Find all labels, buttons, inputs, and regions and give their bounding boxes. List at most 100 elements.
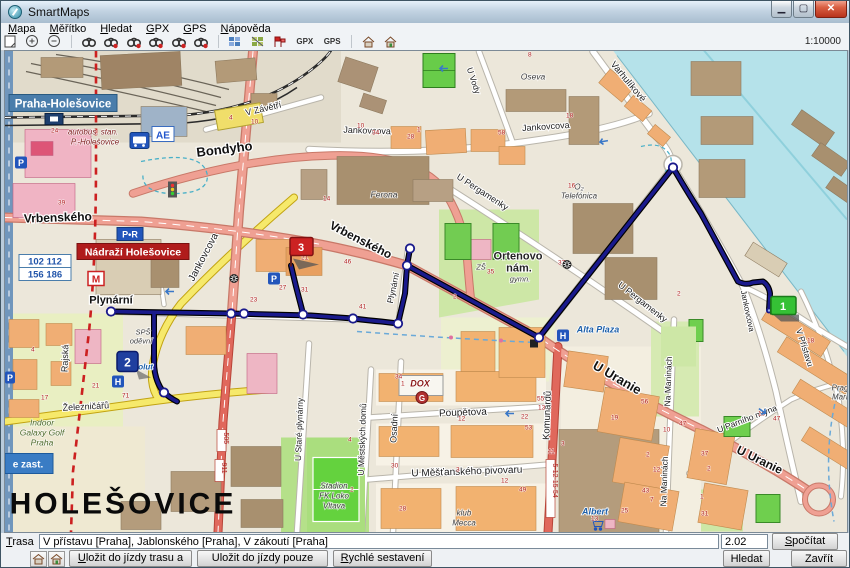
route-flags-icon[interactable]: [271, 34, 288, 49]
house-number: 56: [641, 399, 649, 406]
compute-route-button[interactable]: Spočítat trasu: [772, 533, 838, 550]
map-label: P.-Holešovice: [71, 138, 120, 147]
map-label: O₂: [574, 183, 583, 192]
map-label: SPŠ: [135, 328, 150, 337]
house-number: 24: [51, 128, 59, 135]
house-number: 12: [653, 467, 661, 474]
house-number: 49: [519, 487, 527, 494]
map-label: Alta Plaza: [576, 325, 620, 335]
house-number: 22: [521, 414, 529, 421]
map-label: nám.: [506, 263, 532, 275]
house-number: 28: [407, 134, 415, 141]
search-address-icon[interactable]: [80, 34, 97, 49]
save-route-distance-button[interactable]: Uložit do jízdy trasu a vzdálenost: [69, 550, 192, 567]
map-label: DOX: [410, 379, 431, 389]
search-poi-icon[interactable]: [148, 34, 165, 49]
svg-text:P: P: [271, 274, 277, 284]
svg-text:505: 505: [222, 433, 229, 445]
route-node[interactable]: [299, 310, 307, 318]
map-label: Mecca: [452, 519, 476, 528]
search-place-icon[interactable]: [125, 34, 142, 49]
window-title: SmartMaps: [28, 5, 89, 19]
map-label: Osadní: [388, 413, 400, 443]
quick-route-button[interactable]: Rychlé sestavení trasy: [333, 550, 432, 567]
house-number: 4: [348, 437, 352, 444]
tiles-map-icon[interactable]: [249, 34, 266, 49]
title-bar[interactable]: SmartMaps ▁ ▢ ✕: [1, 1, 849, 24]
map-label: ZŠ: [475, 263, 486, 272]
route-node[interactable]: [107, 307, 115, 315]
search-coords-icon[interactable]: [170, 34, 187, 49]
home-small-button[interactable]: [30, 551, 47, 567]
status-bar: Trasa V přístavu [Praha], Jablonského [P…: [1, 533, 849, 568]
map-label: Ferona: [371, 190, 398, 200]
tiles-blue-icon[interactable]: [226, 34, 243, 49]
new-map-icon[interactable]: [2, 34, 19, 49]
search-nearest-icon[interactable]: [193, 34, 210, 49]
house-number: 16: [568, 183, 576, 190]
search-button[interactable]: Hledat: [723, 550, 770, 567]
gpx-button[interactable]: GPX: [293, 34, 316, 49]
svg-text:911: 911: [220, 463, 227, 474]
route-node[interactable]: [349, 314, 357, 322]
zoom-in-icon[interactable]: [24, 34, 41, 49]
house-number: 47: [679, 421, 687, 428]
house-number: 47: [773, 416, 781, 423]
close-dialog-button[interactable]: Zavřít: [791, 550, 847, 567]
svg-text:P: P: [18, 158, 24, 168]
distance-input[interactable]: 2.02: [721, 534, 768, 549]
house-number: 35: [487, 269, 495, 276]
house-number: 31: [701, 511, 709, 518]
house-number: 1: [401, 381, 405, 388]
house-number: 31: [301, 287, 309, 294]
home-icon[interactable]: [360, 34, 377, 49]
route-node[interactable]: [160, 388, 168, 396]
house-number: 53: [525, 425, 533, 432]
map-label: Marí: [832, 393, 847, 402]
house-number: 2: [350, 487, 354, 494]
map-viewport[interactable]: Praha-Holešovice Nádraží Holešovice P•R …: [4, 50, 848, 533]
route-node[interactable]: [406, 244, 414, 252]
house-number: 10: [251, 119, 259, 126]
gps-button[interactable]: GPS: [321, 34, 344, 49]
search-street-icon[interactable]: [103, 34, 120, 49]
route-node[interactable]: [535, 333, 543, 341]
route-node[interactable]: [403, 261, 411, 269]
house-number: 7: [650, 497, 654, 504]
poi-sun-icon: [563, 260, 572, 269]
save-distance-button[interactable]: Uložit do jízdy pouze vzdálenost: [197, 550, 328, 567]
map-label: autobus. stan.: [68, 128, 118, 137]
minimize-button[interactable]: ▁: [771, 1, 792, 18]
route-node[interactable]: [240, 309, 248, 317]
map-label: Vltava: [323, 502, 346, 511]
close-button[interactable]: ✕: [815, 1, 847, 18]
maximize-button[interactable]: ▢: [793, 1, 814, 18]
map-canvas[interactable]: Praha-Holešovice Nádraží Holešovice P•R …: [5, 51, 847, 532]
house-number: 2: [453, 294, 457, 301]
house-number: 4: [31, 347, 35, 354]
house-number: 28: [399, 506, 407, 513]
metro-icon: M: [92, 275, 100, 286]
map-label: Jankovcova: [343, 125, 391, 137]
map-label: Vrbenského: [24, 209, 92, 225]
house-number: 43: [642, 488, 650, 495]
bus-numbers-1: 102 112: [28, 257, 62, 268]
home-green-small-button[interactable]: [48, 551, 65, 567]
trasa-label: Trasa: [6, 536, 34, 548]
route-node[interactable]: [394, 319, 402, 327]
house-number: 34: [395, 374, 403, 381]
house-number: 58: [498, 130, 506, 137]
smartmaps-window: SmartMaps ▁ ▢ ✕ MapaMěřítkoHledatGPXGPSN…: [0, 0, 850, 568]
house-number: 12: [458, 416, 466, 423]
zoom-out-icon[interactable]: [46, 34, 63, 49]
map-label: Ortenovo: [494, 251, 543, 263]
route-node[interactable]: [669, 163, 677, 171]
house-number: 23: [250, 297, 258, 304]
map-label: Indoor: [30, 418, 55, 428]
home-green-icon[interactable]: [382, 34, 399, 49]
map-label: gymn.: [510, 275, 530, 284]
route-node[interactable]: [227, 309, 235, 317]
route-input[interactable]: V přístavu [Praha], Jablonského [Praha],…: [39, 534, 719, 549]
toolbar: GPX GPS 1:10000: [1, 34, 849, 51]
scale-indicator: 1:10000: [805, 36, 841, 47]
